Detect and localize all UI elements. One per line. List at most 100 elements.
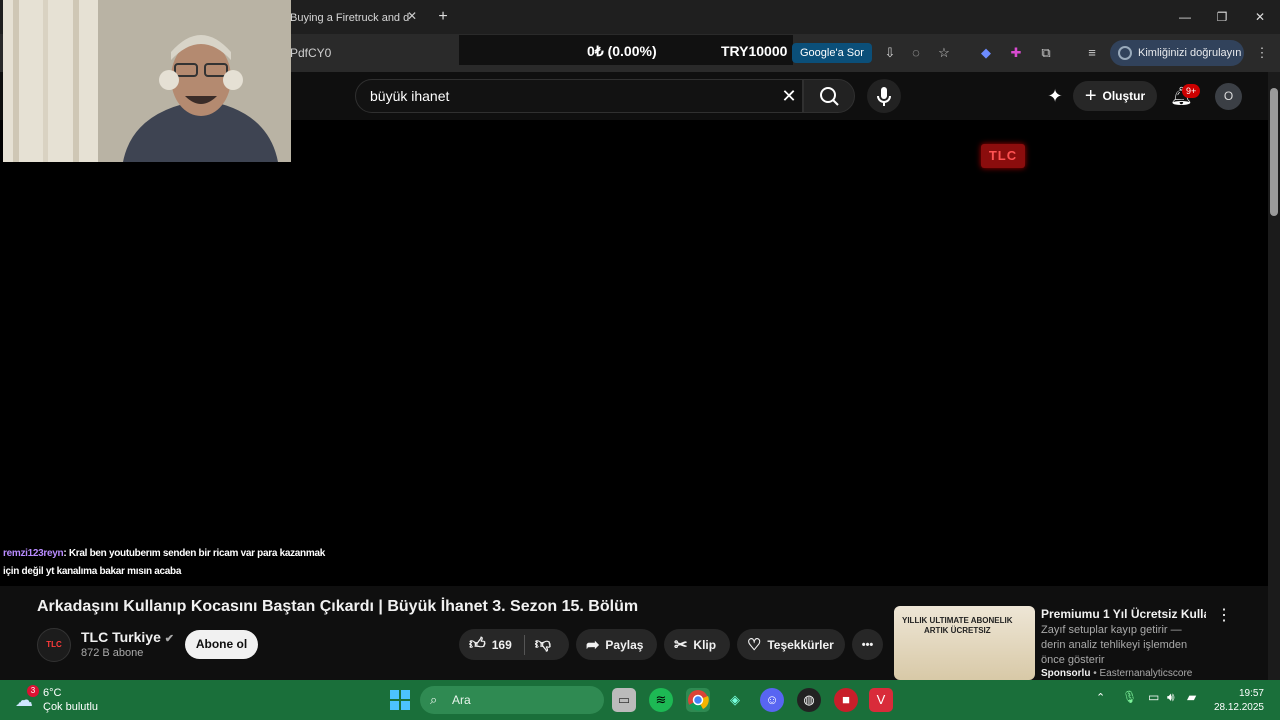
scrollbar-thumb[interactable]	[1270, 88, 1278, 216]
subscribe-button[interactable]: Abone ol	[185, 630, 258, 659]
tray-chevron-icon[interactable]: ⌃	[1096, 691, 1105, 704]
video-player[interactable]	[0, 120, 1268, 586]
ad-description: Zayıf setuplar kayıp getirir — derin ana…	[1041, 624, 1188, 666]
ad-menu-icon[interactable]: ⋮	[1216, 607, 1232, 625]
restore-icon[interactable]: ❐	[1209, 6, 1235, 28]
ad-sponsor-line: Sponsorlu • Easternanalyticscore	[1041, 668, 1192, 679]
stream-chat-message: remzi123reyn: Kral ben youtuberım senden…	[3, 545, 333, 581]
valorant-icon[interactable]: V	[869, 688, 893, 712]
clip-button[interactable]: ✂ Klip	[664, 629, 730, 660]
share-label: Paylaş	[605, 637, 644, 652]
close-tab-icon[interactable]: ✕	[404, 8, 420, 24]
browser-menu-icon[interactable]: ⋮	[1252, 43, 1272, 63]
share-button[interactable]: ➦ Paylaş	[576, 629, 657, 660]
thanks-button[interactable]: ♡ Teşekkürler	[737, 629, 845, 660]
tray-network-icon[interactable]: ▭	[1148, 690, 1159, 704]
verify-label: Kimliğinizi doğrulayın	[1138, 47, 1242, 59]
spotify-icon[interactable]: ≋	[649, 688, 673, 712]
scissors-icon: ✂	[674, 636, 688, 654]
start-windows-icon[interactable]	[388, 688, 412, 712]
clock-time[interactable]: 19:57	[1214, 688, 1264, 699]
clip-label: Klip	[693, 637, 717, 652]
channel-name[interactable]: TLC Turkiye ✔︎	[81, 629, 174, 645]
tab-title: Buying a Firetruck and d	[290, 12, 410, 24]
google-ask-button[interactable]: Google'a Sor	[792, 43, 872, 63]
tray-mic-icon[interactable]: 🎙︎	[1122, 690, 1137, 704]
weather-description[interactable]: Çok bulutlu	[43, 701, 98, 713]
taskbar-search-placeholder: Ara	[452, 693, 471, 707]
obs-icon[interactable]: ◍	[797, 688, 821, 712]
channel-name-text: TLC Turkiye	[81, 629, 161, 645]
file-explorer-icon[interactable]: ▭	[612, 688, 636, 712]
ad-title[interactable]: Premiumu 1 Yıl Ücretsiz Kullan	[1041, 607, 1206, 621]
weather-badge: 3	[27, 685, 39, 697]
tray-battery-icon[interactable]: ▰	[1187, 690, 1196, 704]
more-actions-button[interactable]: •••	[852, 629, 883, 660]
search-magnifier-icon: ⌕	[430, 692, 438, 707]
search-button[interactable]	[803, 79, 855, 113]
ad-thumbnail[interactable]: YILLIK ULTIMATE ABONELIK ARTIK ÜCRETSIZ	[894, 606, 1035, 680]
microphone-icon	[877, 87, 891, 106]
webcam-overlay	[3, 0, 291, 162]
taskbar-search-box[interactable]: ⌕ Ara	[420, 686, 604, 714]
search-value: büyük ihanet	[370, 88, 450, 104]
profile-icon	[1118, 46, 1132, 60]
thanks-label: Teşekkürler	[767, 637, 834, 652]
verify-identity-button[interactable]: Kimliğinizi doğrulayın	[1110, 40, 1244, 66]
share-arrow-icon: ➦	[586, 636, 600, 654]
voice-search-button[interactable]	[867, 79, 901, 113]
windows-logo-icon	[390, 690, 410, 710]
chrome-icon[interactable]	[686, 688, 710, 712]
stream-ticker-overlay: 0₺ (0.00%) TRY10000	[459, 35, 793, 65]
ticker-amount: TRY10000	[721, 43, 788, 59]
like-divider	[523, 634, 525, 655]
minimize-icon[interactable]: —	[1172, 6, 1198, 28]
like-count[interactable]: 169	[492, 638, 512, 652]
ad-thumb-line1: YILLIK ULTIMATE ABONELIK	[902, 616, 1013, 625]
extensions-icon[interactable]: ⧉	[1036, 43, 1056, 63]
hide-eye-icon[interactable]: ◌	[906, 43, 926, 63]
thumbs-down-icon[interactable]: 👎︎	[535, 635, 551, 654]
search-input[interactable]: büyük ihanet	[355, 79, 803, 113]
extension-puzzle-color-icon[interactable]: ✚	[1006, 43, 1026, 63]
chrome-logo-icon	[688, 690, 709, 711]
thumbs-up-icon[interactable]: 👍︎	[469, 635, 486, 654]
clock-date[interactable]: 28.12.2025	[1204, 702, 1264, 713]
more-dots-icon: •••	[861, 638, 874, 651]
ticker-percent: 0₺ (0.00%)	[587, 43, 657, 59]
like-dislike-group: 👍︎ 169 👎︎	[459, 629, 569, 660]
account-avatar[interactable]: O	[1215, 83, 1242, 110]
ad-thumb-line2: ARTIK ÜCRETSIZ	[924, 626, 991, 635]
discord-icon[interactable]: ☺	[760, 688, 784, 712]
game-launcher-icon[interactable]: ■	[834, 688, 858, 712]
bookmark-star-icon[interactable]: ☆	[934, 43, 954, 63]
app-diamond-icon[interactable]: ◈	[723, 688, 747, 712]
extension-shield-icon[interactable]: ◆	[976, 43, 996, 63]
new-tab-icon[interactable]: +	[434, 8, 452, 26]
media-queue-icon[interactable]: ≡	[1082, 43, 1102, 63]
thanks-heart-dollar-icon: ♡	[747, 636, 762, 654]
video-title: Arkadaşını Kullanıp Kocasını Baştan Çıka…	[37, 598, 639, 615]
install-app-icon[interactable]: ⇩	[880, 43, 900, 63]
tray-volume-icon[interactable]: 🔊︎	[1167, 690, 1175, 705]
chat-username: remzi123reyn	[3, 548, 64, 559]
url-text[interactable]: PdfCY0	[290, 46, 331, 60]
verified-check-icon: ✔︎	[164, 633, 174, 645]
create-label: Oluştur	[1102, 89, 1146, 103]
subscriber-count: 872 B abone	[81, 647, 144, 659]
sponsor-separator: •	[1090, 668, 1100, 679]
windows-taskbar	[0, 680, 1280, 720]
sponsored-label: Sponsorlu	[1041, 668, 1091, 679]
search-icon	[820, 87, 839, 106]
streamer-webcam-image	[3, 0, 291, 162]
channel-avatar[interactable]: TLC	[37, 628, 71, 662]
weather-temperature[interactable]: 6°C	[43, 687, 61, 699]
notification-badge: 9+	[1182, 84, 1201, 98]
create-button[interactable]: + Oluştur	[1073, 81, 1157, 111]
plus-icon: +	[1084, 84, 1097, 107]
close-window-icon[interactable]: ✕	[1247, 6, 1273, 28]
channel-watermark: TLC	[981, 144, 1025, 168]
clear-search-icon[interactable]: ✕	[777, 84, 801, 108]
advertiser-name: Easternanalyticscore	[1099, 668, 1193, 679]
gem-sparkle-icon[interactable]: ✦	[1045, 86, 1065, 106]
